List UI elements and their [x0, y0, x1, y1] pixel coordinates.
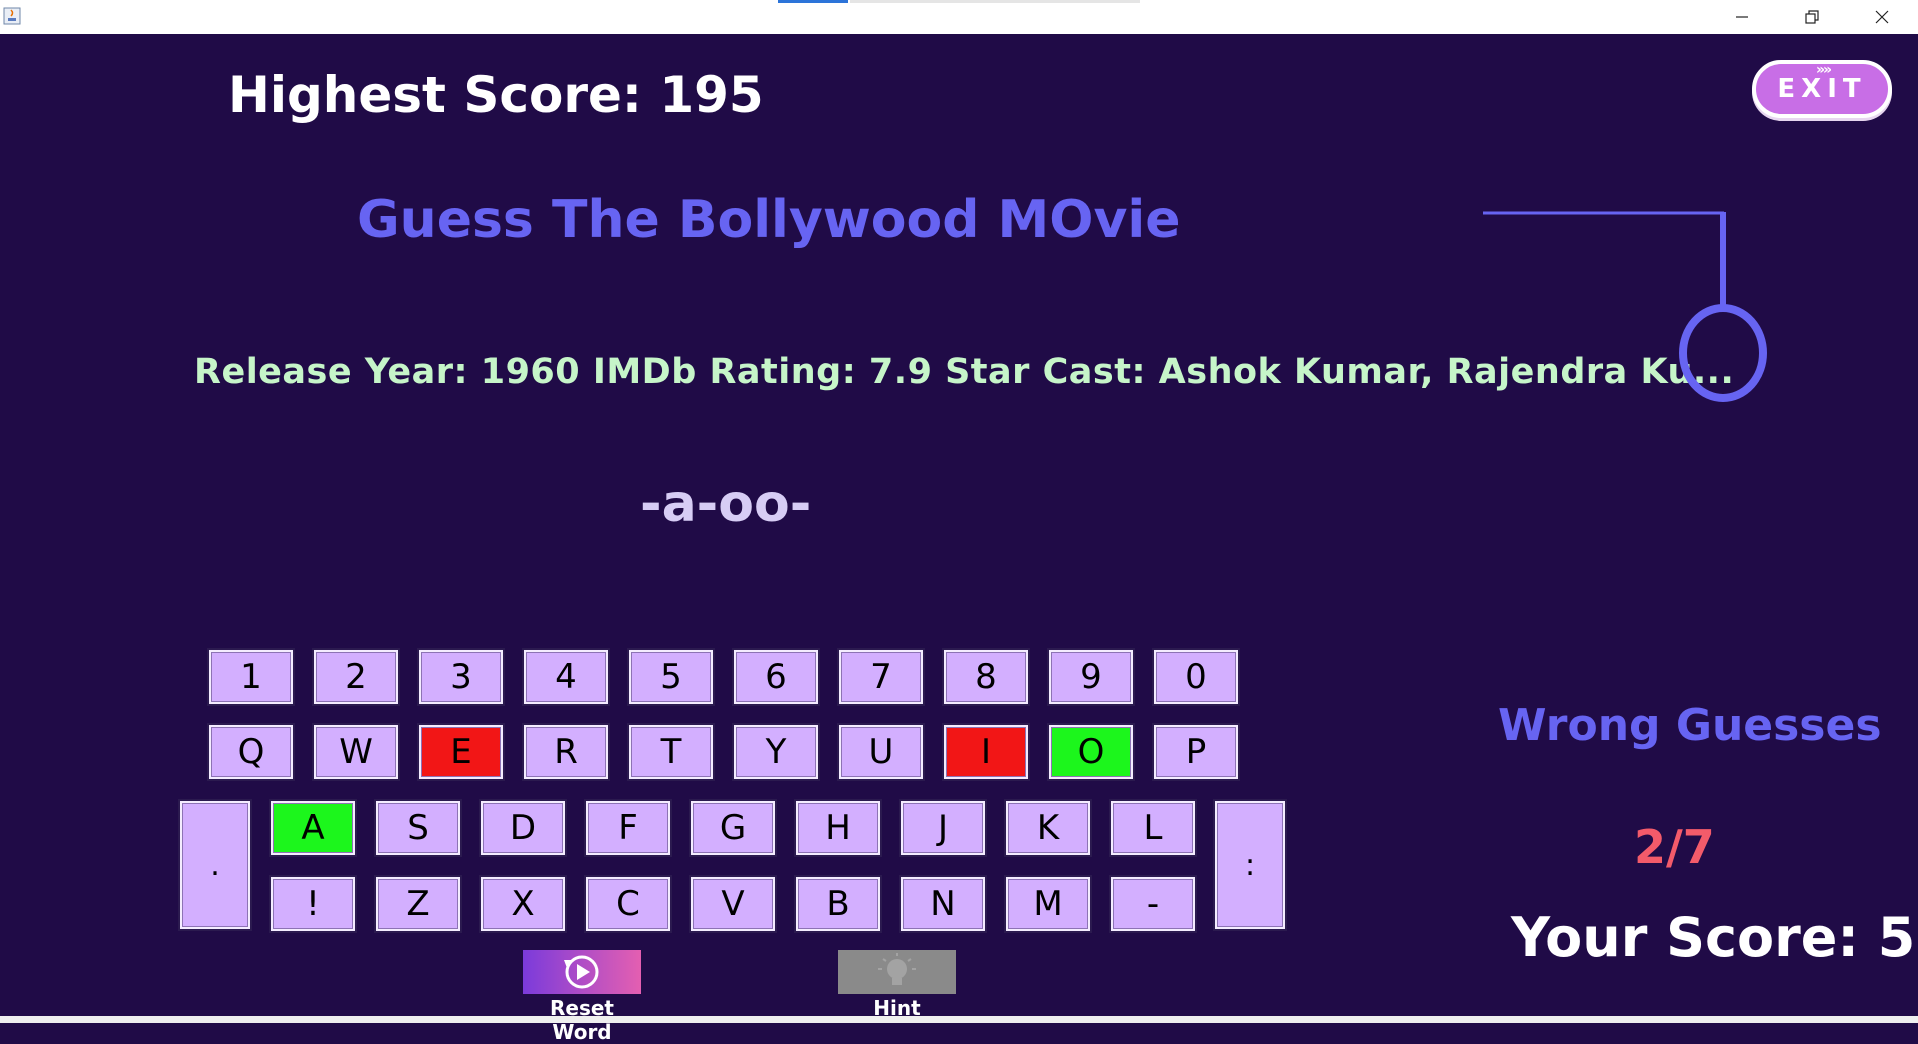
key-r[interactable]: R: [522, 723, 610, 781]
key-u[interactable]: U: [837, 723, 925, 781]
key-n[interactable]: N: [899, 875, 987, 933]
key-p[interactable]: P: [1152, 723, 1240, 781]
hangman-drawing: [1483, 211, 1767, 402]
key-q[interactable]: Q: [207, 723, 295, 781]
window-titlebar: [0, 0, 1918, 34]
key-i[interactable]: I: [942, 723, 1030, 781]
key-2[interactable]: 2: [312, 648, 400, 706]
key-b[interactable]: B: [794, 875, 882, 933]
masked-word: -a-oo-: [640, 474, 812, 534]
key-t[interactable]: T: [627, 723, 715, 781]
key-3[interactable]: 3: [417, 648, 505, 706]
key-o[interactable]: O: [1047, 723, 1135, 781]
bottom-strip: [0, 1016, 1918, 1023]
java-app-icon: [3, 7, 21, 25]
taskbar-indicator: [778, 0, 848, 3]
key-1[interactable]: 1: [207, 648, 295, 706]
key-period[interactable]: .: [178, 799, 252, 931]
minimize-icon: [1736, 16, 1748, 18]
wrong-guesses-count: 2/7: [1634, 820, 1715, 874]
game-title: Guess The Bollywood MOvie: [357, 190, 1181, 250]
key-5[interactable]: 5: [627, 648, 715, 706]
restore-icon: [1805, 10, 1819, 24]
hint-button[interactable]: [838, 950, 956, 994]
key-e[interactable]: E: [417, 723, 505, 781]
key-7[interactable]: 7: [837, 648, 925, 706]
key-l[interactable]: L: [1109, 799, 1197, 857]
key-j[interactable]: J: [899, 799, 987, 857]
chevrons-icon: »»: [1816, 62, 1832, 78]
key-w[interactable]: W: [312, 723, 400, 781]
key-hyphen[interactable]: -: [1109, 875, 1197, 933]
restore-button[interactable]: [1777, 0, 1847, 34]
key-6[interactable]: 6: [732, 648, 820, 706]
key-d[interactable]: D: [479, 799, 567, 857]
exit-button[interactable]: »» EXIT: [1752, 60, 1892, 118]
key-y[interactable]: Y: [732, 723, 820, 781]
highest-score: Highest Score: 195: [228, 66, 764, 124]
taskbar-indicator-secondary: [850, 0, 1140, 3]
minimize-button[interactable]: [1707, 0, 1777, 34]
close-button[interactable]: [1847, 0, 1917, 34]
key-9[interactable]: 9: [1047, 648, 1135, 706]
reset-icon: [564, 955, 599, 989]
key-m[interactable]: M: [1004, 875, 1092, 933]
your-score: Your Score: 5: [1511, 906, 1916, 969]
lightbulb-icon: [878, 953, 916, 985]
key-z[interactable]: Z: [374, 875, 462, 933]
key-colon[interactable]: :: [1213, 799, 1287, 931]
reset-word-button[interactable]: [523, 950, 641, 994]
key-c[interactable]: C: [584, 875, 672, 933]
key-0[interactable]: 0: [1152, 648, 1240, 706]
hangman-head: [1679, 304, 1767, 402]
key-f[interactable]: F: [584, 799, 672, 857]
key-k[interactable]: K: [1004, 799, 1092, 857]
exit-label: EXIT: [1777, 74, 1867, 104]
close-icon: [1875, 10, 1889, 24]
key-v[interactable]: V: [689, 875, 777, 933]
key-g[interactable]: G: [689, 799, 777, 857]
key-h[interactable]: H: [794, 799, 882, 857]
wrong-guesses-title: Wrong Guesses: [1498, 700, 1882, 751]
key-x[interactable]: X: [479, 875, 567, 933]
key-4[interactable]: 4: [522, 648, 610, 706]
key-s[interactable]: S: [374, 799, 462, 857]
key-8[interactable]: 8: [942, 648, 1030, 706]
key-a[interactable]: A: [269, 799, 357, 857]
key-exclamation[interactable]: !: [269, 875, 357, 933]
